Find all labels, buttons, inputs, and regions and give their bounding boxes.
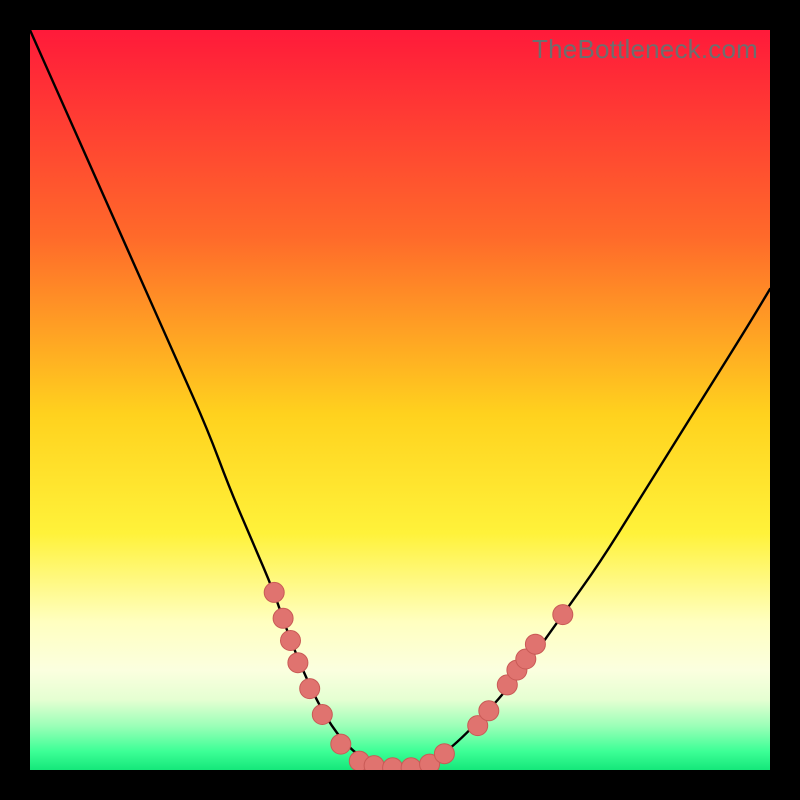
data-marker <box>401 758 421 770</box>
data-marker <box>331 734 351 754</box>
data-marker <box>288 653 308 673</box>
data-marker <box>264 582 284 602</box>
chart-area: TheBottleneck.com <box>30 30 770 770</box>
data-marker <box>479 701 499 721</box>
data-marker <box>273 608 293 628</box>
watermark-text: TheBottleneck.com <box>532 34 758 65</box>
data-marker <box>300 679 320 699</box>
data-marker <box>312 705 332 725</box>
bottleneck-curve <box>30 30 770 768</box>
data-marker <box>525 634 545 654</box>
curve-layer <box>30 30 770 770</box>
data-markers <box>264 582 573 770</box>
data-marker <box>434 744 454 764</box>
data-marker <box>553 605 573 625</box>
data-marker <box>383 758 403 770</box>
data-marker <box>281 631 301 651</box>
